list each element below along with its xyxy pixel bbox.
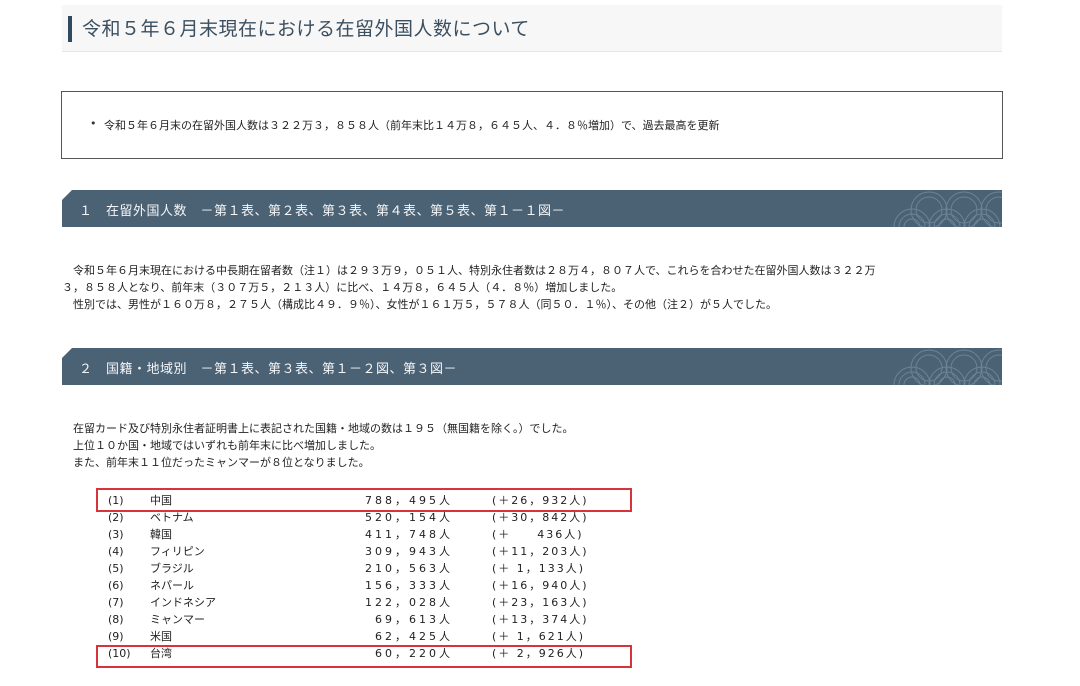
rank: (5) (108, 562, 124, 575)
rank: (8) (108, 613, 124, 626)
highlight-box-taiwan (96, 645, 632, 668)
corner-fold (62, 348, 72, 358)
bullet-icon: • (90, 117, 97, 130)
country-name: ブラジル (150, 562, 194, 575)
paragraph-line: 令和５年６月末現在における中長期在留者数（注１）は２９３万９，０５１人、特別永住… (62, 264, 876, 277)
summary-text: 令和５年６月末の在留外国人数は３２２万３，８５８人（前年末比１４万８，６４５人、… (104, 119, 720, 132)
section-heading-1: １ 在留外国人数 －第１表、第２表、第３表、第４表、第５表、第１－１図－ (62, 190, 1002, 227)
wave-pattern-icon (893, 191, 1002, 227)
country-name: ネパール (150, 579, 194, 592)
paragraph-line: ３，８５８人となり、前年末（３０７万５，２１３人）に比べ、１４万８，６４５人（４… (62, 281, 623, 294)
page-header: 令和５年６月末現在における在留外国人数について (62, 5, 1002, 52)
country-name: 韓国 (150, 528, 172, 541)
rank: (6) (108, 579, 124, 592)
change-value: (＋ 1，621人) (492, 630, 586, 643)
resident-count: 210，563人 (365, 562, 453, 575)
paragraph-line: 在留カード及び特別永住者証明書上に表記された国籍・地域の数は１９５（無国籍を除く… (62, 422, 574, 435)
country-name: 米国 (150, 630, 172, 643)
rank: (7) (108, 596, 124, 609)
country-name: ミャンマー (150, 613, 205, 626)
change-value: (＋23，163人) (492, 596, 589, 609)
section-1-body: 令和５年６月末現在における中長期在留者数（注１）は２９３万９，０５１人、特別永住… (62, 262, 1002, 313)
resident-count: 411，748人 (365, 528, 453, 541)
paragraph-line: また、前年末１１位だったミャンマーが８位となりました。 (62, 456, 370, 469)
change-value: (＋13，374人) (492, 613, 589, 626)
wave-pattern-icon (893, 349, 1002, 385)
section-2-body: 在留カード及び特別永住者証明書上に表記された国籍・地域の数は１９５（無国籍を除く… (62, 420, 1002, 471)
section-heading-label: ２ 国籍・地域別 －第１表、第３表、第１－２図、第３図－ (79, 362, 458, 377)
resident-count: 69，613人 (375, 613, 453, 626)
section-heading-2: ２ 国籍・地域別 －第１表、第３表、第１－２図、第３図－ (62, 348, 1002, 385)
change-value: (＋ 1，133人) (492, 562, 586, 575)
title-accent-bar (68, 16, 72, 42)
change-value: (＋ 436人) (492, 528, 584, 541)
summary-box: • 令和５年６月末の在留外国人数は３２２万３，８５８人（前年末比１４万８，６４５… (61, 91, 1003, 159)
resident-count: 309，943人 (365, 545, 453, 558)
rank: (3) (108, 528, 124, 541)
section-heading-label: １ 在留外国人数 －第１表、第２表、第３表、第４表、第５表、第１－１図－ (79, 204, 566, 219)
resident-count: 122，028人 (365, 596, 453, 609)
resident-count: 156，333人 (365, 579, 453, 592)
change-value: (＋11，203人) (492, 545, 589, 558)
country-name: インドネシア (150, 596, 216, 609)
country-name: フィリピン (150, 545, 205, 558)
resident-count: 62，425人 (375, 630, 453, 643)
rank: (4) (108, 545, 124, 558)
page-title: 令和５年６月末現在における在留外国人数について (82, 18, 530, 40)
corner-fold (62, 190, 72, 200)
highlight-box-china (96, 488, 632, 512)
rank: (9) (108, 630, 124, 643)
paragraph-line: 上位１０か国・地域ではいずれも前年末に比べ増加しました。 (62, 439, 381, 452)
change-value: (＋16，940人) (492, 579, 589, 592)
paragraph-line: 性別では、男性が１６０万８，２７５人（構成比４９．９％）、女性が１６１万５，５７… (62, 298, 777, 311)
